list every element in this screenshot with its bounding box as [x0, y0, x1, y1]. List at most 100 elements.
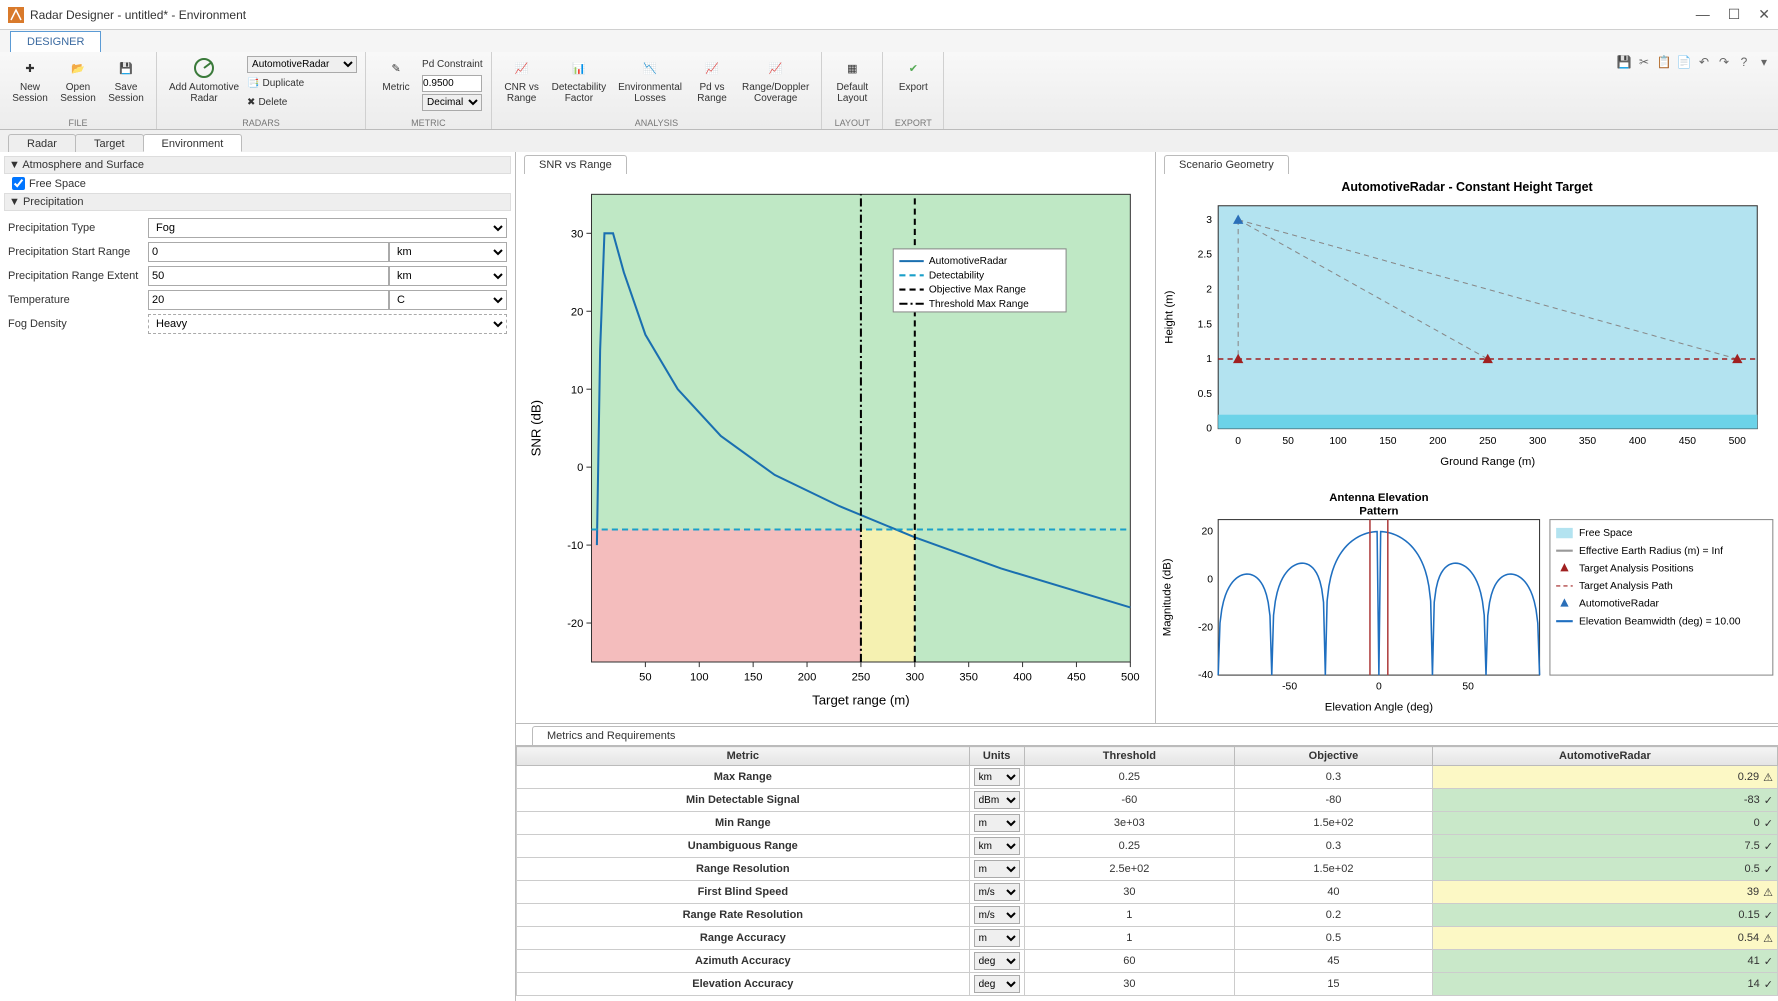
metric-objective[interactable]: 15: [1235, 973, 1433, 996]
open-session-button[interactable]: 📂OpenSession: [54, 54, 102, 106]
svg-text:150: 150: [744, 671, 763, 683]
fog-density-select[interactable]: Heavy: [148, 314, 507, 334]
metric-objective[interactable]: 40: [1235, 881, 1433, 904]
temperature-unit[interactable]: C: [389, 290, 507, 310]
metrics-panel-tab[interactable]: Metrics and Requirements: [532, 726, 1778, 745]
group-label-file: FILE: [68, 118, 87, 129]
group-label-analysis: ANALYSIS: [635, 118, 678, 129]
metric-objective[interactable]: 1.5e+02: [1235, 858, 1433, 881]
precip-start-label: Precipitation Start Range: [8, 246, 148, 258]
export-button[interactable]: ✔Export: [889, 54, 937, 95]
svg-text:AutomotiveRadar: AutomotiveRadar: [1579, 599, 1660, 610]
svg-text:0: 0: [577, 462, 583, 474]
cnr-vs-range-button[interactable]: 📈CNR vsRange: [498, 54, 546, 106]
svg-text:300: 300: [1529, 436, 1547, 447]
metric-threshold[interactable]: 1: [1024, 904, 1234, 927]
section-atmosphere-surface[interactable]: ▼ Atmosphere and Surface: [4, 156, 511, 174]
metric-threshold[interactable]: 0.25: [1024, 835, 1234, 858]
scenario-panel-tab[interactable]: Scenario Geometry: [1164, 155, 1289, 174]
metrics-table: MetricUnitsThresholdObjectiveAutomotiveR…: [516, 746, 1778, 996]
metric-unit[interactable]: deg: [969, 950, 1024, 973]
metric-unit[interactable]: m/s: [969, 904, 1024, 927]
metric-threshold[interactable]: 0.25: [1024, 766, 1234, 789]
precip-type-select[interactable]: Fog: [148, 218, 507, 238]
paste-icon[interactable]: 📄: [1676, 54, 1692, 70]
svg-text:350: 350: [959, 671, 978, 683]
document-tabs: RadarTargetEnvironment: [0, 130, 1778, 152]
redo-icon[interactable]: ↷: [1716, 54, 1732, 70]
precip-extent-input[interactable]: [148, 266, 389, 286]
precip-start-unit[interactable]: km: [389, 242, 507, 262]
metric-threshold[interactable]: -60: [1024, 789, 1234, 812]
svg-text:0: 0: [1235, 436, 1241, 447]
metric-button[interactable]: ✎Metric: [372, 54, 420, 95]
add-radar-button[interactable]: Add AutomotiveRadar: [163, 54, 245, 106]
metric-threshold[interactable]: 30: [1024, 881, 1234, 904]
metric-name: Range Accuracy: [517, 927, 970, 950]
svg-text:Target Analysis Path: Target Analysis Path: [1579, 581, 1673, 592]
delete-button[interactable]: ✖Delete: [247, 94, 357, 111]
doc-tab-radar[interactable]: Radar: [8, 134, 76, 152]
section-precipitation[interactable]: ▼ Precipitation: [4, 193, 511, 211]
detectability-factor-button[interactable]: 📊DetectabilityFactor: [546, 54, 612, 106]
metric-unit[interactable]: km: [969, 835, 1024, 858]
metric-objective[interactable]: 0.5: [1235, 927, 1433, 950]
temperature-input[interactable]: [148, 290, 389, 310]
free-space-checkbox[interactable]: [12, 177, 25, 190]
pd-vs-range-button[interactable]: 📈Pd vsRange: [688, 54, 736, 106]
undo-icon[interactable]: ↶: [1696, 54, 1712, 70]
copy-icon[interactable]: 📋: [1656, 54, 1672, 70]
snr-panel-tab[interactable]: SNR vs Range: [524, 155, 627, 174]
svg-text:500: 500: [1121, 671, 1140, 683]
radar-selector[interactable]: AutomotiveRadar: [247, 56, 357, 73]
metric-threshold[interactable]: 3e+03: [1024, 812, 1234, 835]
doc-tab-environment[interactable]: Environment: [143, 134, 243, 152]
default-layout-button[interactable]: ▦DefaultLayout: [828, 54, 876, 106]
help-icon[interactable]: ?: [1736, 54, 1752, 70]
cut-icon[interactable]: ✂: [1636, 54, 1652, 70]
precip-start-input[interactable]: [148, 242, 389, 262]
metric-objective[interactable]: 45: [1235, 950, 1433, 973]
svg-text:Elevation Beamwidth (deg) = 10: Elevation Beamwidth (deg) = 10.00: [1579, 616, 1741, 627]
range-doppler-button[interactable]: 📈Range/DopplerCoverage: [736, 54, 815, 106]
svg-text:Effective Earth Radius (m) = I: Effective Earth Radius (m) = Inf: [1579, 546, 1723, 557]
metric-threshold[interactable]: 60: [1024, 950, 1234, 973]
environmental-losses-button[interactable]: 📉EnvironmentalLosses: [612, 54, 688, 106]
svg-text:SNR (dB): SNR (dB): [529, 400, 544, 457]
table-row: Min Detectable Signal dBm -60 -80 -83 ✓: [517, 789, 1778, 812]
options-dropdown-icon[interactable]: ▾: [1756, 54, 1772, 70]
tab-designer[interactable]: DESIGNER: [10, 31, 101, 52]
duplicate-button[interactable]: 📑Duplicate: [247, 75, 357, 92]
metric-objective[interactable]: 1.5e+02: [1235, 812, 1433, 835]
metric-unit[interactable]: dBm: [969, 789, 1024, 812]
maximize-button[interactable]: ☐: [1728, 6, 1741, 23]
save-session-button[interactable]: 💾SaveSession: [102, 54, 150, 106]
metric-unit[interactable]: m: [969, 927, 1024, 950]
metric-objective[interactable]: 0.3: [1235, 835, 1433, 858]
close-button[interactable]: ✕: [1758, 6, 1770, 23]
save-icon[interactable]: 💾: [1616, 54, 1632, 70]
metric-unit[interactable]: m: [969, 858, 1024, 881]
metric-format-select[interactable]: Decimal: [422, 94, 482, 111]
metric-threshold[interactable]: 30: [1024, 973, 1234, 996]
svg-text:AutomotiveRadar: AutomotiveRadar: [929, 256, 1008, 267]
minimize-button[interactable]: —: [1696, 6, 1710, 23]
pd-constraint-input[interactable]: [422, 75, 482, 92]
metric-unit[interactable]: km: [969, 766, 1024, 789]
metric-unit[interactable]: m: [969, 812, 1024, 835]
metric-threshold[interactable]: 2.5e+02: [1024, 858, 1234, 881]
svg-text:400: 400: [1013, 671, 1032, 683]
metric-threshold[interactable]: 1: [1024, 927, 1234, 950]
metric-name: Max Range: [517, 766, 970, 789]
precip-extent-unit[interactable]: km: [389, 266, 507, 286]
metric-unit[interactable]: deg: [969, 973, 1024, 996]
doc-tab-target[interactable]: Target: [75, 134, 144, 152]
svg-text:Threshold Max Range: Threshold Max Range: [929, 299, 1029, 310]
svg-text:500: 500: [1729, 436, 1747, 447]
metric-objective[interactable]: 0.3: [1235, 766, 1433, 789]
metric-unit[interactable]: m/s: [969, 881, 1024, 904]
svg-text:Magnitude (dB): Magnitude (dB): [1162, 558, 1174, 636]
metric-objective[interactable]: -80: [1235, 789, 1433, 812]
metric-objective[interactable]: 0.2: [1235, 904, 1433, 927]
new-session-button[interactable]: ✚NewSession: [6, 54, 54, 106]
